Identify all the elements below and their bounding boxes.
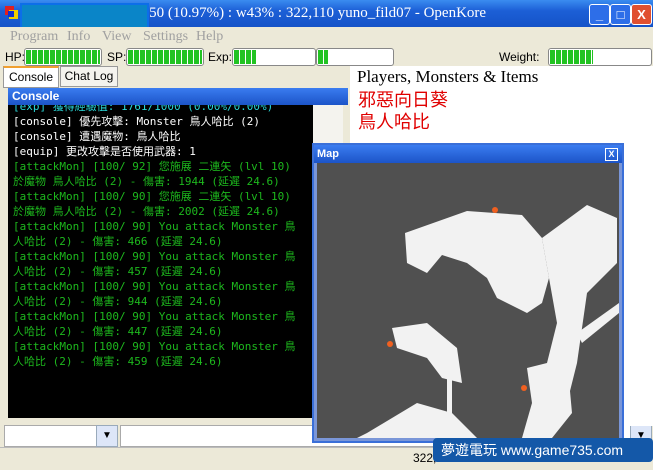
map-window: Map X xyxy=(312,143,624,443)
chevron-down-icon[interactable]: ▼ xyxy=(96,425,118,447)
console-line: [attackMon] [100/ 90] 您施展 二連矢 (lvl 10) 於… xyxy=(13,190,298,218)
tab-console[interactable]: Console xyxy=(3,66,59,88)
base-exp-bar xyxy=(232,48,316,66)
menu-bar xyxy=(0,27,653,47)
weight-label: Weight: xyxy=(499,50,540,64)
hp-bar xyxy=(24,48,102,66)
map-header: Map X xyxy=(314,145,622,163)
panel-title: Players, Monsters & Items xyxy=(357,67,539,86)
monster-marker xyxy=(521,385,527,391)
menu-settings[interactable]: Settings xyxy=(143,29,188,45)
monster-marker xyxy=(387,341,393,347)
console-line: [equip] 更改攻擊是否使用武器: 1 xyxy=(13,145,196,158)
weight-fill xyxy=(550,50,593,64)
minimize-button[interactable]: _ xyxy=(589,4,610,25)
weight-bar xyxy=(548,48,652,66)
console-line: [attackMon] [100/ 90] You attack Monster… xyxy=(13,340,296,368)
exp-label: Exp: xyxy=(208,50,233,64)
tab-chat-log[interactable]: Chat Log xyxy=(60,66,118,87)
hp-fill xyxy=(26,50,100,64)
menu-program[interactable]: Program xyxy=(10,29,58,45)
openkore-app-icon xyxy=(5,6,18,19)
menu-help[interactable]: Help xyxy=(196,29,223,45)
monster-marker xyxy=(492,207,498,213)
console-output: [exp] 獲得經驗值: 1761/1000 (0.00%/0.00%) [con… xyxy=(8,105,318,418)
console-line: [attackMon] [100/ 90] You attack Monster… xyxy=(13,220,296,248)
sp-bar xyxy=(126,48,204,66)
walkable-area xyxy=(357,205,619,438)
watermark: 夢遊電玩 www.game735.com xyxy=(433,438,653,462)
job-exp-fill xyxy=(318,50,329,64)
menu-view[interactable]: View xyxy=(102,29,131,45)
console-header: Console xyxy=(8,88,348,105)
sp-fill xyxy=(128,50,202,64)
menu-info[interactable]: Info xyxy=(67,29,90,45)
console-line: [attackMon] [100/ 90] You attack Monster… xyxy=(13,280,296,308)
map-title: Map xyxy=(317,148,339,160)
base-exp-fill xyxy=(234,50,256,64)
command-history-input[interactable] xyxy=(4,425,98,447)
console-line: [console] 優先攻擊: Monster 鳥人哈比 (2) xyxy=(13,115,260,128)
map-close-button[interactable]: X xyxy=(605,148,618,161)
hp-label: HP: xyxy=(5,50,26,64)
sp-label: SP: xyxy=(107,50,127,64)
console-line: [attackMon] [100/ 90] You attack Monster… xyxy=(13,310,296,338)
console-line: [console] 遭遇魔物: 鳥人哈比 xyxy=(13,130,181,143)
console-line: [attackMon] [100/ 90] You attack Monster… xyxy=(13,250,296,278)
job-exp-bar xyxy=(316,48,394,66)
map-canvas[interactable] xyxy=(317,163,619,438)
list-item[interactable]: 鳥人哈比 xyxy=(358,108,430,134)
maximize-button[interactable]: □ xyxy=(610,4,631,25)
console-line: [exp] 獲得經驗值: 1761/1000 (0.00%/0.00%) xyxy=(13,105,274,113)
console-line: [attackMon] [100/ 92] 您施展 二連矢 (lvl 10) 於… xyxy=(13,160,298,188)
close-button[interactable]: X xyxy=(631,4,652,25)
window-title: l50 (10.97%) : w43% : 322,110 yuno_fild0… xyxy=(145,5,487,21)
